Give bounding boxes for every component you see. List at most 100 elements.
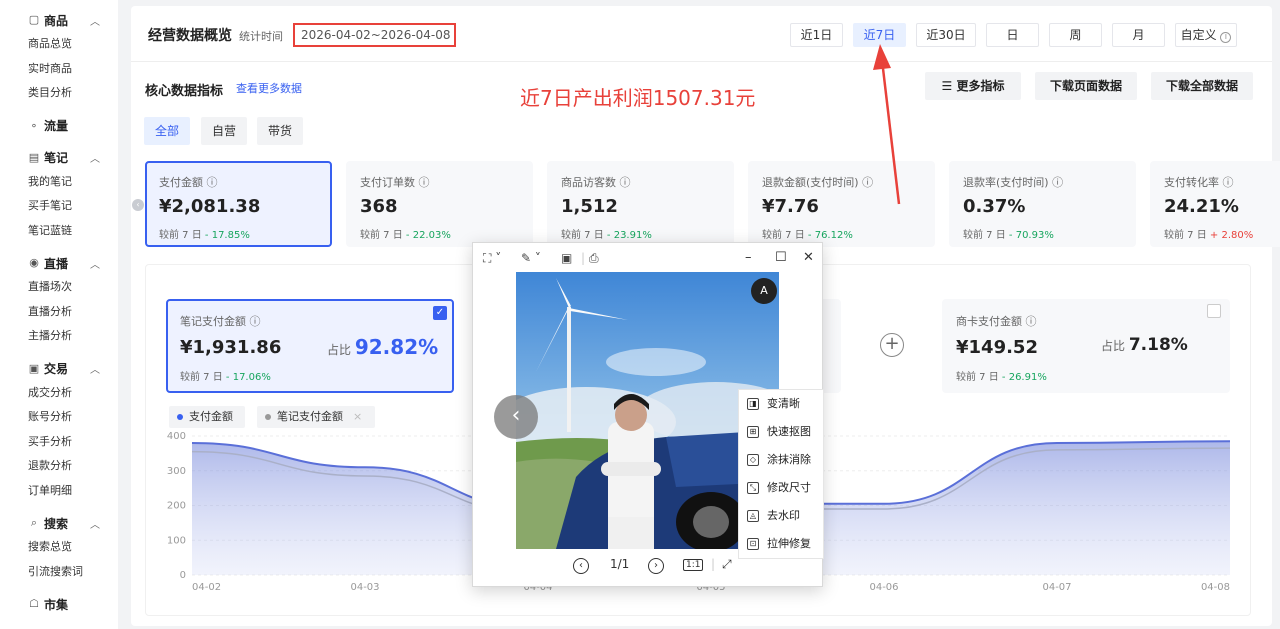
- download-page-button[interactable]: 下载页面数据: [1035, 72, 1137, 100]
- kpi-label: 商品访客数 ⓘ: [561, 176, 631, 189]
- sidebar-group-header[interactable]: ⌕ 搜索 ︿: [0, 511, 118, 535]
- help-icon: ⓘ: [862, 176, 874, 189]
- ai-tool-item[interactable]: ⊡ 拉伸修复: [739, 530, 823, 558]
- sidebar-item[interactable]: 主播分析: [0, 324, 118, 349]
- sidebar-item[interactable]: 引流搜索词: [0, 560, 118, 585]
- more-metrics-button[interactable]: ☰ 更多指标: [925, 72, 1021, 100]
- note-pay-card[interactable]: 笔记支付金额 ⓘ ¥1,931.86 占比 92.82% 较前 7 日 - 17…: [166, 299, 454, 393]
- sidebar-group-header[interactable]: ▣ 交易 ︿: [0, 357, 118, 381]
- download-all-button[interactable]: 下载全部数据: [1151, 72, 1253, 100]
- eraser-icon: ◇: [747, 454, 759, 466]
- sidebar-item[interactable]: 搜索总览: [0, 535, 118, 560]
- actual-size-icon[interactable]: 1:1: [683, 559, 704, 571]
- chevron-up-icon[interactable]: ︿: [90, 13, 100, 28]
- legend-pay-amount[interactable]: 支付金额: [169, 406, 245, 428]
- checkbox-checked-icon[interactable]: ✓: [433, 306, 447, 320]
- divider: |: [581, 251, 586, 265]
- sidebar-item[interactable]: 笔记蓝链: [0, 219, 118, 244]
- sidebar-item[interactable]: 直播分析: [0, 300, 118, 325]
- sidebar-group-title: 直播: [44, 256, 69, 271]
- sidebar-item[interactable]: 买手分析: [0, 430, 118, 455]
- save-icon[interactable]: ▣: [561, 251, 572, 265]
- more-data-link[interactable]: 查看更多数据: [236, 80, 302, 96]
- sidebar-group-header[interactable]: ▤ 笔记 ︿: [0, 146, 118, 170]
- kpi-card[interactable]: 支付订单数 ⓘ 368 较前 7 日 - 22.03%: [346, 161, 533, 247]
- sidebar-item[interactable]: 实时商品: [0, 57, 118, 82]
- previous-image-icon[interactable]: ‹: [494, 395, 538, 439]
- ai-tool-item[interactable]: ◇ 涂抹消除: [739, 446, 823, 474]
- sidebar-group-header[interactable]: ∘ 流量: [0, 114, 118, 138]
- date-range-display[interactable]: 2026-04-02~2026-04-08: [293, 23, 456, 47]
- kpi-card[interactable]: 支付金额 ⓘ ¥2,081.38 较前 7 日 - 17.85%: [145, 161, 332, 247]
- fullscreen-icon[interactable]: ⤢: [722, 557, 732, 572]
- sidebar-item[interactable]: 我的笔记: [0, 170, 118, 195]
- live-icon: ◉: [29, 256, 39, 269]
- maximize-icon[interactable]: ☐: [775, 250, 787, 265]
- next-page-icon[interactable]: ›: [648, 557, 664, 574]
- ai-tool-label: 拉伸修复: [767, 537, 811, 550]
- range-1d-button[interactable]: 近1日: [790, 23, 843, 47]
- kpi-label: 退款率(支付时间) ⓘ: [963, 176, 1064, 189]
- sidebar-item[interactable]: 成交分析: [0, 381, 118, 406]
- segment-all[interactable]: 全部: [144, 117, 190, 145]
- sidebar-item[interactable]: 账号分析: [0, 405, 118, 430]
- legend-note-pay[interactable]: 笔记支付金额 ×: [257, 406, 375, 428]
- chevron-up-icon[interactable]: ︿: [90, 516, 100, 531]
- chevron-up-icon[interactable]: ︿: [90, 150, 100, 165]
- range-custom-button[interactable]: 自定义 i: [1175, 23, 1237, 47]
- kpi-compare: 较前 7 日 - 22.03%: [360, 230, 451, 241]
- kpi-card[interactable]: 退款率(支付时间) ⓘ 0.37% 较前 7 日 - 70.93%: [949, 161, 1136, 247]
- ai-tool-item[interactable]: ◨ 变清晰: [739, 390, 823, 418]
- close-icon[interactable]: ×: [353, 410, 362, 423]
- sidebar-item[interactable]: 类目分析: [0, 81, 118, 106]
- sidebar-item[interactable]: 直播场次: [0, 275, 118, 300]
- sidebar-item[interactable]: 买手笔记: [0, 194, 118, 219]
- sidebar-item[interactable]: 商品总览: [0, 32, 118, 57]
- range-7d-button[interactable]: 近7日: [853, 23, 906, 47]
- screenshot-tool-icon[interactable]: ⛶ ˅: [483, 251, 501, 266]
- add-card-icon[interactable]: +: [880, 333, 904, 357]
- kpi-card[interactable]: 退款金额(支付时间) ⓘ ¥7.76 较前 7 日 - 76.12%: [748, 161, 935, 247]
- sidebar-item[interactable]: 订单明细: [0, 479, 118, 504]
- kpi-value: 1,512: [561, 196, 618, 217]
- prev-page-icon[interactable]: ‹: [573, 557, 589, 574]
- range-week-button[interactable]: 周: [1049, 23, 1102, 47]
- range-30d-button[interactable]: 近30日: [916, 23, 976, 47]
- segment-self[interactable]: 自营: [201, 117, 247, 145]
- sidebar-group-title: 交易: [44, 362, 69, 376]
- chevron-up-icon[interactable]: ︿: [90, 361, 100, 376]
- image-viewer: ⛶ ˅ ✎ ˅ ▣ | ⎙ – ☐ ✕ A ‹ ◨ 变清晰 ⊞ 快速抠图 ◇ 涂…: [472, 242, 824, 587]
- minimize-icon[interactable]: –: [745, 250, 752, 265]
- help-icon: ⓘ: [249, 315, 261, 328]
- kpi-card[interactable]: 商品访客数 ⓘ 1,512 较前 7 日 - 23.91%: [547, 161, 734, 247]
- checkbox-icon[interactable]: [1207, 304, 1221, 318]
- ai-tool-item[interactable]: ⊞ 快速抠图: [739, 418, 823, 446]
- sidebar-group-header[interactable]: ▢ 商品 ︿: [0, 8, 118, 32]
- card-pay-card[interactable]: 商卡支付金额 ⓘ ¥149.52 占比 7.18% 较前 7 日 - 26.91…: [942, 299, 1230, 393]
- kpi-label: 支付订单数 ⓘ: [360, 176, 430, 189]
- profit-annotation: 近7日产出利润1507.31元: [520, 86, 756, 110]
- stat-time-label: 统计时间: [239, 30, 283, 43]
- ocr-icon[interactable]: A: [751, 278, 777, 304]
- close-icon[interactable]: ✕: [803, 250, 814, 265]
- print-icon[interactable]: ⎙: [589, 251, 599, 266]
- ai-tools-menu: ◨ 变清晰 ⊞ 快速抠图 ◇ 涂抹消除 ⤡ 修改尺寸 ◬ 去水印 ⊡ 拉伸修复: [738, 389, 824, 559]
- sidebar-group-header[interactable]: ☖ 市集: [0, 592, 118, 616]
- sidebar-item[interactable]: 退款分析: [0, 454, 118, 479]
- ai-tool-item[interactable]: ◬ 去水印: [739, 502, 823, 530]
- sidebar-group: ▢ 商品 ︿ 商品总览 实时商品 类目分析: [0, 8, 118, 106]
- range-day-button[interactable]: 日: [986, 23, 1039, 47]
- segment-affiliate[interactable]: 带货: [257, 117, 303, 145]
- note-pay-share-value: 92.82%: [354, 335, 439, 359]
- range-month-button[interactable]: 月: [1112, 23, 1165, 47]
- kpi-prev-icon[interactable]: ‹: [132, 199, 144, 211]
- chevron-up-icon[interactable]: ︿: [90, 256, 100, 271]
- edit-tool-icon[interactable]: ✎ ˅: [521, 251, 541, 265]
- ai-tool-item[interactable]: ⤡ 修改尺寸: [739, 474, 823, 502]
- kpi-card[interactable]: 支付转化率 ⓘ 24.21% 较前 7 日 + 2.80%: [1150, 161, 1280, 247]
- ai-tool-label: 变清晰: [767, 397, 800, 410]
- sidebar-group-title: 流量: [44, 119, 69, 133]
- kpi-value: ¥2,081.38: [159, 196, 261, 217]
- sidebar-group-header[interactable]: ◉ 直播 ︿: [0, 251, 118, 275]
- trade-icon: ▣: [28, 361, 40, 375]
